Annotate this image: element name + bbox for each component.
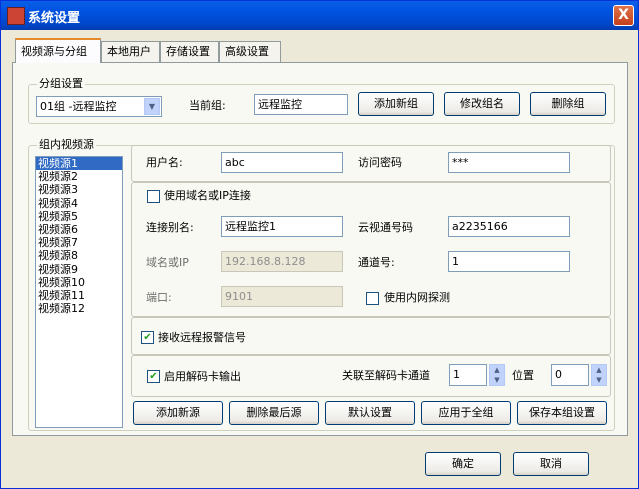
domain-input[interactable]: 192.168.8.128	[221, 251, 343, 272]
list-item[interactable]: 视频源10	[36, 276, 122, 289]
save-group-button[interactable]: 保存本组设置	[517, 401, 607, 425]
channel-label: 通道号:	[358, 256, 395, 269]
list-item[interactable]: 视频源1	[36, 157, 122, 171]
username-label: 用户名:	[146, 156, 183, 169]
title-bar[interactable]: 系统设置 X	[1, 1, 638, 30]
list-item[interactable]: 视频源4	[36, 197, 122, 210]
delete-last-source-button[interactable]: 删除最后源	[229, 401, 319, 425]
add-source-button[interactable]: 添加新源	[133, 401, 223, 425]
default-settings-button[interactable]: 默认设置	[325, 401, 415, 425]
list-item[interactable]: 视频源6	[36, 223, 122, 236]
source-list[interactable]: 视频源1 视频源2 视频源3 视频源4 视频源5 视频源6 视频源7 视频源8 …	[35, 156, 123, 428]
tab-advanced-settings[interactable]: 高级设置	[219, 41, 281, 62]
chevron-up-icon[interactable]: ▲	[490, 365, 504, 375]
group-settings-legend: 分组设置	[37, 77, 85, 91]
chevron-down-icon[interactable]: ▼	[144, 98, 160, 115]
password-input[interactable]: ***	[448, 152, 570, 173]
decode-checkbox[interactable]: ✔	[147, 370, 160, 383]
window-title: 系统设置	[28, 11, 81, 26]
apply-all-button[interactable]: 应用于全组	[421, 401, 511, 425]
cloud-number-input[interactable]: a2235166	[448, 216, 570, 237]
channel-input[interactable]: 1	[448, 251, 570, 272]
alarm-label: 接收远程报警信号	[158, 331, 246, 344]
list-item[interactable]: 视频源9	[36, 263, 122, 276]
list-item[interactable]: 视频源12	[36, 302, 122, 315]
current-group-label: 当前组:	[189, 99, 226, 112]
chevron-down-icon[interactable]: ▼	[592, 375, 606, 385]
alias-label: 连接别名:	[146, 221, 194, 234]
decode-label: 启用解码卡输出	[164, 370, 241, 383]
tab-video-source-group[interactable]: 视频源与分组	[15, 38, 101, 63]
lan-probe-label: 使用内网探测	[384, 291, 450, 304]
username-input[interactable]: abc	[221, 152, 343, 173]
list-item[interactable]: 视频源5	[36, 210, 122, 223]
use-domain-checkbox[interactable]	[147, 190, 160, 203]
modify-group-button[interactable]: 修改组名	[444, 92, 520, 116]
chevron-down-icon[interactable]: ▼	[490, 375, 504, 385]
ok-button[interactable]: 确定	[425, 452, 501, 476]
port-label: 端口:	[146, 291, 172, 304]
decode-channel-stepper[interactable]: ▲ ▼	[489, 364, 505, 386]
alias-input[interactable]: 远程监控1	[221, 216, 343, 237]
password-label: 访问密码	[358, 156, 402, 169]
list-item[interactable]: 视频源2	[36, 170, 122, 183]
current-group-input[interactable]: 远程监控	[254, 94, 348, 115]
group-select-value: 01组 -远程监控	[40, 100, 117, 113]
tab-storage-settings[interactable]: 存储设置	[160, 41, 219, 62]
position-input[interactable]: 0	[551, 364, 589, 386]
cancel-button[interactable]: 取消	[513, 452, 589, 476]
cloud-number-label: 云视通号码	[358, 221, 413, 234]
list-item[interactable]: 视频源7	[36, 236, 122, 249]
domain-label: 域名或IP	[146, 256, 189, 269]
settings-dialog: 系统设置 X 视频源与分组 本地用户 存储设置 高级设置 分组设置 01组 -远…	[0, 0, 639, 489]
list-item[interactable]: 视频源11	[36, 289, 122, 302]
add-group-button[interactable]: 添加新组	[358, 92, 434, 116]
decode-channel-label: 关联至解码卡通道	[342, 369, 430, 382]
group-select[interactable]: 01组 -远程监控 ▼	[36, 96, 162, 117]
port-input[interactable]: 9101	[221, 286, 343, 307]
tab-local-user[interactable]: 本地用户	[101, 41, 160, 62]
position-label: 位置	[512, 369, 534, 382]
alarm-checkbox[interactable]: ✔	[141, 331, 154, 344]
use-domain-label: 使用域名或IP连接	[164, 189, 251, 202]
chevron-up-icon[interactable]: ▲	[592, 365, 606, 375]
lan-probe-checkbox[interactable]	[366, 292, 379, 305]
close-button[interactable]: X	[613, 5, 634, 26]
list-item[interactable]: 视频源3	[36, 183, 122, 196]
position-stepper[interactable]: ▲ ▼	[591, 364, 607, 386]
decode-channel-input[interactable]: 1	[449, 364, 487, 386]
delete-group-button[interactable]: 删除组	[530, 92, 606, 116]
sources-legend: 组内视频源	[37, 138, 96, 152]
list-item[interactable]: 视频源8	[36, 249, 122, 262]
app-icon	[7, 7, 25, 25]
